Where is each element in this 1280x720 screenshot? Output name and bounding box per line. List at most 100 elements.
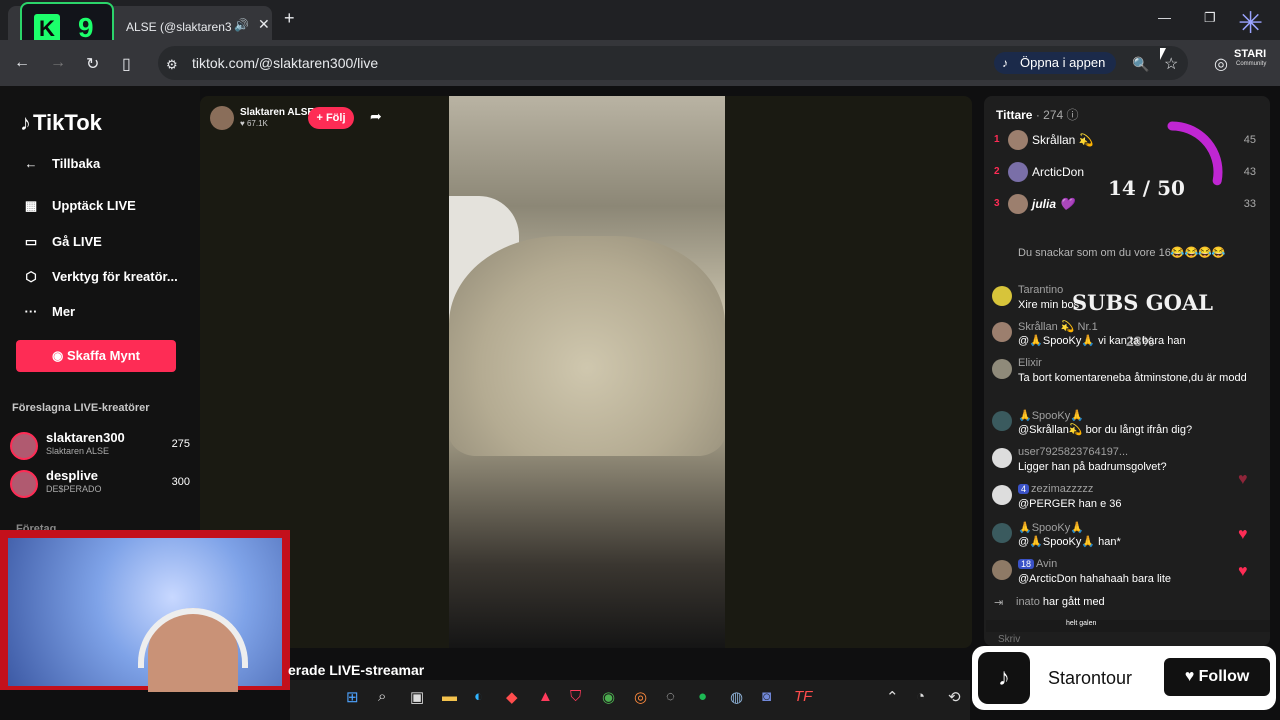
file-explorer-icon[interactable]: ▬ bbox=[442, 688, 457, 705]
chat-username-text: Avin bbox=[1036, 558, 1058, 570]
app-icon[interactable]: ◆ bbox=[506, 688, 518, 706]
edge-icon[interactable]: ◐ bbox=[474, 688, 483, 705]
creator-name: slaktaren300 bbox=[46, 430, 125, 445]
chat-message: user7925823764197... Ligger han på badru… bbox=[990, 446, 1260, 476]
joined-user[interactable]: inato bbox=[1016, 596, 1040, 608]
speaker-icon[interactable]: 🔊 bbox=[234, 18, 249, 32]
chat-username[interactable]: 🙏SpooKy🙏 bbox=[1018, 409, 1084, 422]
windows-start-icon[interactable]: ⊞ bbox=[346, 688, 359, 706]
recommended-streams-title: erade LIVE-streamar bbox=[288, 662, 425, 678]
avatar bbox=[992, 448, 1012, 468]
close-tab-icon[interactable]: ✕ bbox=[258, 16, 270, 33]
chat-text: @🙏SpooKy🙏 han* bbox=[1018, 536, 1121, 548]
discord-icon[interactable]: ◙ bbox=[762, 688, 771, 705]
viewers-count: · 274 bbox=[1035, 108, 1064, 122]
tray-icon[interactable]: ⟲ bbox=[948, 688, 961, 706]
site-settings-icon[interactable]: ⚙ bbox=[166, 57, 178, 73]
follow-card-button[interactable]: ♥ Follow bbox=[1164, 658, 1270, 696]
profile-icon[interactable]: ◎ bbox=[1214, 54, 1228, 74]
task-view-icon[interactable]: ▣ bbox=[410, 688, 424, 706]
spotify-icon[interactable]: ● bbox=[698, 688, 707, 705]
back-icon: ← bbox=[24, 156, 38, 171]
avatar bbox=[992, 485, 1012, 505]
obs-icon[interactable]: ◌ bbox=[666, 688, 675, 705]
back-label: Tillbaka bbox=[52, 156, 101, 171]
heart-icon: ♥ bbox=[1238, 526, 1248, 543]
stari-logo: ✳ STARI Community bbox=[1230, 6, 1276, 68]
new-tab-icon[interactable]: + bbox=[284, 8, 295, 29]
chat-username[interactable]: user7925823764197... bbox=[1018, 446, 1128, 458]
avatar bbox=[1008, 130, 1028, 150]
avatar bbox=[992, 411, 1012, 431]
brave-icon[interactable]: ⛉ bbox=[570, 688, 581, 705]
suggested-creator[interactable]: slaktaren300 Slaktaren ALSE 275 bbox=[10, 430, 190, 466]
tiktok-logo[interactable]: ♪TikTok bbox=[20, 110, 102, 136]
subs-goal-title: SUBS GOAL bbox=[1072, 290, 1213, 315]
avatar bbox=[992, 322, 1012, 342]
suggested-creators-title: Föreslagna LIVE-kreatörer bbox=[12, 402, 150, 414]
chat-input[interactable]: Skriv bbox=[998, 634, 1020, 645]
host-info[interactable]: Slaktaren ALSE ♥ 67.1K bbox=[210, 106, 390, 130]
sidebar-item-label: Verktyg för kreatör... bbox=[52, 269, 178, 284]
suggested-creator[interactable]: desplive DE$PERADO 300 bbox=[10, 468, 190, 504]
follow-card-overlay: ♪ Starontour ♥ Follow bbox=[972, 646, 1276, 710]
avatar bbox=[992, 286, 1012, 306]
affinity-icon[interactable]: ▲ bbox=[538, 688, 553, 705]
chat-username[interactable]: Skrållan 💫 Nr.1 bbox=[1018, 320, 1098, 333]
sidebar-item-go-live[interactable]: ▭ Gå LIVE bbox=[20, 234, 102, 250]
sidebar-item-discover-live[interactable]: ▦ Upptäck LIVE bbox=[20, 198, 136, 214]
zoom-icon[interactable]: 🔍 bbox=[1132, 56, 1149, 73]
steam-icon[interactable]: ◍ bbox=[730, 688, 743, 706]
minimize-icon[interactable]: — bbox=[1158, 10, 1171, 25]
viewer-name: Skrållan 💫 bbox=[1032, 133, 1094, 147]
creator-subname: Slaktaren ALSE bbox=[46, 446, 110, 456]
webcam-overlay bbox=[0, 530, 290, 692]
level-badge: 4 bbox=[1018, 484, 1030, 494]
search-icon[interactable]: ⌕ bbox=[378, 688, 386, 705]
avatar bbox=[992, 359, 1012, 379]
camera-icon: ▭ bbox=[24, 234, 38, 249]
calendar-icon: ▦ bbox=[24, 198, 38, 213]
chat-username[interactable]: Elixir bbox=[1018, 357, 1042, 369]
chat-message: 🙏SpooKy🙏 @Skrållan💫 bor du långt ifrån d… bbox=[990, 409, 1260, 439]
chat-username[interactable]: 18 Avin bbox=[1018, 558, 1057, 570]
chevron-up-icon[interactable]: ⌃ bbox=[886, 688, 899, 706]
follow-card-button-label: Follow bbox=[1198, 668, 1250, 685]
info-icon[interactable]: ⓘ bbox=[1067, 108, 1079, 122]
forward-arrow-icon[interactable]: → bbox=[50, 54, 66, 72]
open-in-app-button[interactable]: ♪ Öppna i appen bbox=[994, 52, 1116, 74]
tray-icon[interactable]: ◔ bbox=[916, 688, 925, 705]
viewer-name: julia 💜 bbox=[1032, 197, 1075, 211]
viewer-name: ArcticDon bbox=[1032, 165, 1085, 179]
tab-title: ALSE (@slaktaren3 bbox=[126, 20, 232, 34]
chrome-icon[interactable]: ◉ bbox=[602, 688, 615, 706]
blanket bbox=[449, 236, 725, 456]
sidebar-item-more[interactable]: ··· Mer bbox=[20, 304, 76, 319]
share-icon[interactable]: ➦ bbox=[370, 108, 382, 125]
sidebar-item-label: Gå LIVE bbox=[52, 234, 102, 249]
chat-username[interactable]: 🙏SpooKy🙏 bbox=[1018, 521, 1084, 534]
tiktok-studio-icon[interactable]: TF bbox=[794, 688, 812, 705]
back-arrow-icon[interactable]: ← bbox=[14, 54, 30, 72]
get-coins-button[interactable]: ◉ Skaffa Mynt bbox=[16, 340, 176, 372]
creator-viewer-count: 300 bbox=[171, 476, 190, 488]
follow-card-name: Starontour bbox=[1048, 668, 1133, 688]
chat-username[interactable]: 4 zezimazzzzz bbox=[1018, 483, 1093, 495]
chat-username[interactable]: Tarantino bbox=[1018, 284, 1063, 296]
restore-icon[interactable]: ❐ bbox=[1204, 10, 1216, 26]
live-video[interactable] bbox=[449, 96, 725, 648]
split-view-icon[interactable]: ▯ bbox=[122, 54, 131, 74]
app-icon[interactable]: ◎ bbox=[634, 688, 647, 706]
headphones bbox=[138, 608, 248, 668]
bookmark-star-icon[interactable]: ☆ bbox=[1164, 54, 1178, 74]
browser-tab-bar: ALSE (@slaktaren3 🔊 ✕ + — ❐ bbox=[0, 0, 1280, 40]
avatar bbox=[992, 523, 1012, 543]
follow-host-button[interactable]: + Följ bbox=[308, 107, 354, 129]
chat-text: @PERGER han e 36 bbox=[1018, 498, 1122, 510]
back-link[interactable]: ← Tillbaka bbox=[20, 156, 101, 171]
avatar bbox=[992, 560, 1012, 580]
reload-icon[interactable]: ↻ bbox=[86, 54, 99, 74]
url-text[interactable]: tiktok.com/@slaktaren300/live bbox=[192, 55, 378, 71]
joined-notice: ⇥ inato har gått med bbox=[990, 596, 1105, 609]
sidebar-item-creator-tools[interactable]: ⬡ Verktyg för kreatör... bbox=[20, 269, 178, 285]
